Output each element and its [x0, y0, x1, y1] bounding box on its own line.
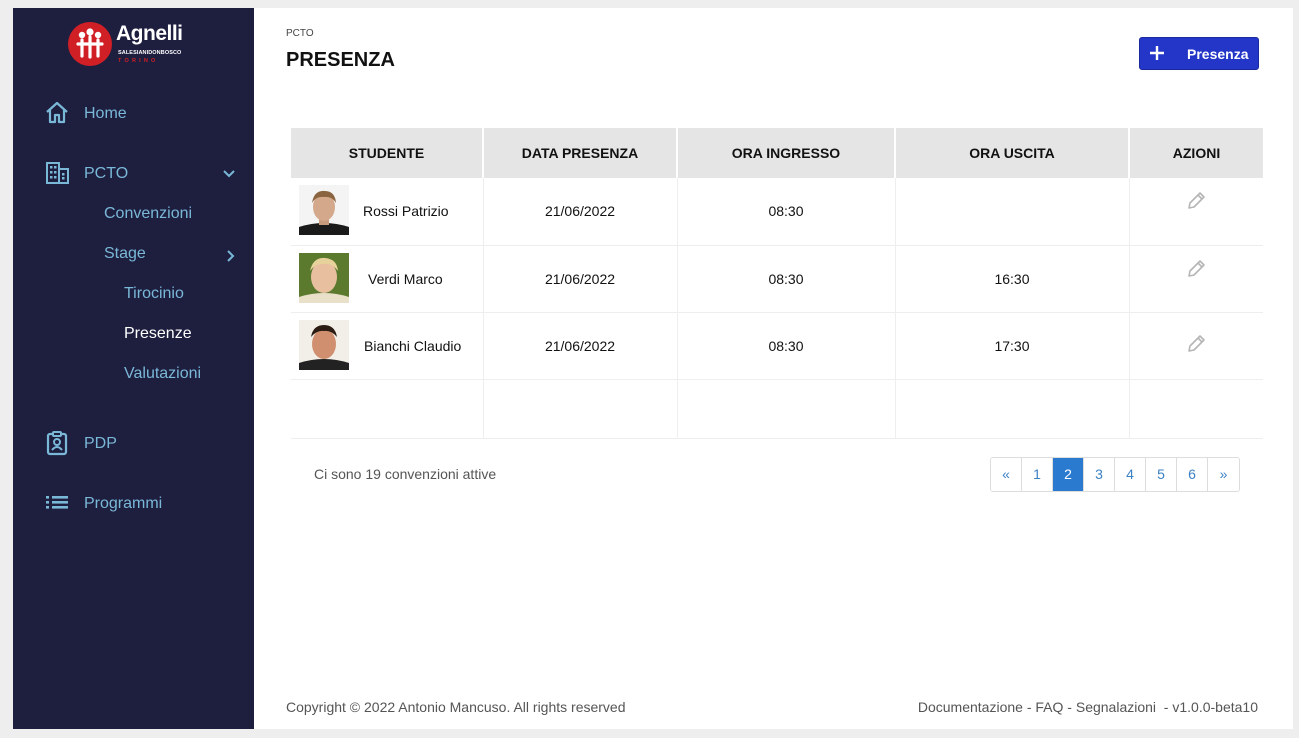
footer-version: v1.0.0-beta10 [1172, 699, 1258, 715]
student-cell: Verdi Marco [291, 252, 483, 305]
time-in-cell: 08:30 [677, 178, 896, 246]
pagination-page[interactable]: 3 [1084, 458, 1115, 491]
sidebar-item-presenze[interactable]: Presenze [124, 325, 192, 343]
avatar [299, 185, 349, 236]
table-row[interactable]: Verdi Marco 21/06/2022 08:30 16:30 [291, 245, 1263, 313]
sidebar-item-home[interactable]: Home [13, 96, 254, 132]
sidebar-item-stage[interactable]: Stage [104, 245, 146, 263]
column-header-ingresso[interactable]: ORA INGRESSO [677, 128, 896, 178]
building-icon [46, 162, 69, 184]
add-button-label: Presenza [1187, 46, 1249, 62]
edit-icon[interactable] [1185, 190, 1207, 212]
sidebar-item-valutazioni[interactable]: Valutazioni [124, 365, 201, 383]
column-header-studente[interactable]: STUDENTE [291, 128, 484, 178]
avatar [299, 319, 349, 370]
pagination-page[interactable]: 5 [1146, 458, 1177, 491]
sidebar-item-label: Home [84, 105, 127, 122]
time-in-cell: 08:30 [677, 312, 896, 380]
list-icon [46, 496, 68, 509]
table-row-empty [291, 379, 1263, 439]
time-in-cell: 08:30 [677, 245, 896, 313]
pagination-page-current[interactable]: 2 [1053, 458, 1084, 491]
brand-logo[interactable]: Agnelli SALESIANIDONBOSCO TORINO [68, 22, 208, 72]
sidebar-item-label: PCTO [84, 165, 129, 182]
student-name: Rossi Patrizio [363, 203, 449, 220]
main-content: PCTO PRESENZA Presenza STUDENTE DATA PRE… [254, 8, 1293, 729]
home-icon [46, 101, 68, 124]
student-name: Verdi Marco [368, 270, 443, 287]
chevron-down-icon[interactable] [221, 165, 237, 181]
breadcrumb[interactable]: PCTO [286, 28, 314, 39]
student-name: Bianchi Claudio [364, 337, 462, 354]
table-row[interactable]: Bianchi Claudio 21/06/2022 08:30 17:30 [291, 312, 1263, 380]
sidebar-item-tirocinio[interactable]: Tirocinio [124, 285, 184, 303]
time-out-cell [895, 178, 1130, 246]
student-cell: Rossi Patrizio [291, 185, 483, 237]
brand-subtitle: SALESIANIDONBOSCO [118, 50, 182, 56]
sidebar-item-convenzioni[interactable]: Convenzioni [104, 205, 192, 223]
sidebar: Agnelli SALESIANIDONBOSCO TORINO Home PC… [13, 8, 254, 729]
date-cell: 21/06/2022 [483, 312, 678, 380]
footer-links: Documentazione - FAQ - Segnalazioni - v1… [917, 699, 1258, 715]
sidebar-item-label: PDP [84, 435, 117, 452]
footer-link-documentazione[interactable]: Documentazione [918, 699, 1023, 715]
sidebar-item-pdp[interactable]: PDP [13, 426, 254, 462]
brand-city: TORINO [118, 58, 159, 64]
edit-icon[interactable] [1185, 333, 1207, 355]
footer-link-segnalazioni[interactable]: Segnalazioni [1076, 699, 1156, 715]
brand-name: Agnelli [116, 22, 183, 45]
table-header-row: STUDENTE DATA PRESENZA ORA INGRESSO ORA … [291, 128, 1263, 178]
add-presenza-button[interactable]: Presenza [1139, 37, 1259, 70]
summary-text: Ci sono 19 convenzioni attive [314, 466, 497, 482]
pagination-next[interactable]: » [1208, 458, 1239, 491]
avatar [299, 252, 349, 303]
sidebar-item-programmi[interactable]: Programmi [13, 486, 254, 522]
presenze-table: STUDENTE DATA PRESENZA ORA INGRESSO ORA … [291, 128, 1263, 439]
footer-link-faq[interactable]: FAQ [1035, 699, 1063, 715]
chevron-right-icon[interactable] [222, 248, 238, 264]
time-out-cell: 17:30 [895, 312, 1130, 380]
sidebar-item-pcto[interactable]: PCTO [13, 156, 254, 192]
page-title: PRESENZA [286, 49, 395, 71]
badge-icon [46, 431, 68, 456]
date-cell: 21/06/2022 [483, 245, 678, 313]
pagination-page[interactable]: 1 [1022, 458, 1053, 491]
pagination-page[interactable]: 6 [1177, 458, 1208, 491]
column-header-data[interactable]: DATA PRESENZA [483, 128, 678, 178]
pagination-page[interactable]: 4 [1115, 458, 1146, 491]
sidebar-item-label: Programmi [84, 495, 163, 512]
logo-emblem [68, 22, 112, 66]
pagination: « 1 2 3 4 5 6 » [990, 457, 1240, 492]
table-row[interactable]: Rossi Patrizio 21/06/2022 08:30 [291, 178, 1263, 246]
student-cell: Bianchi Claudio [291, 319, 483, 372]
pagination-prev[interactable]: « [991, 458, 1022, 491]
edit-icon[interactable] [1185, 258, 1207, 280]
column-header-azioni: AZIONI [1129, 128, 1263, 178]
time-out-cell: 16:30 [895, 245, 1130, 313]
column-header-uscita[interactable]: ORA USCITA [895, 128, 1130, 178]
footer-copyright: Copyright © 2022 Antonio Mancuso. All ri… [286, 699, 626, 715]
plus-icon [1150, 46, 1164, 60]
date-cell: 21/06/2022 [483, 178, 678, 246]
